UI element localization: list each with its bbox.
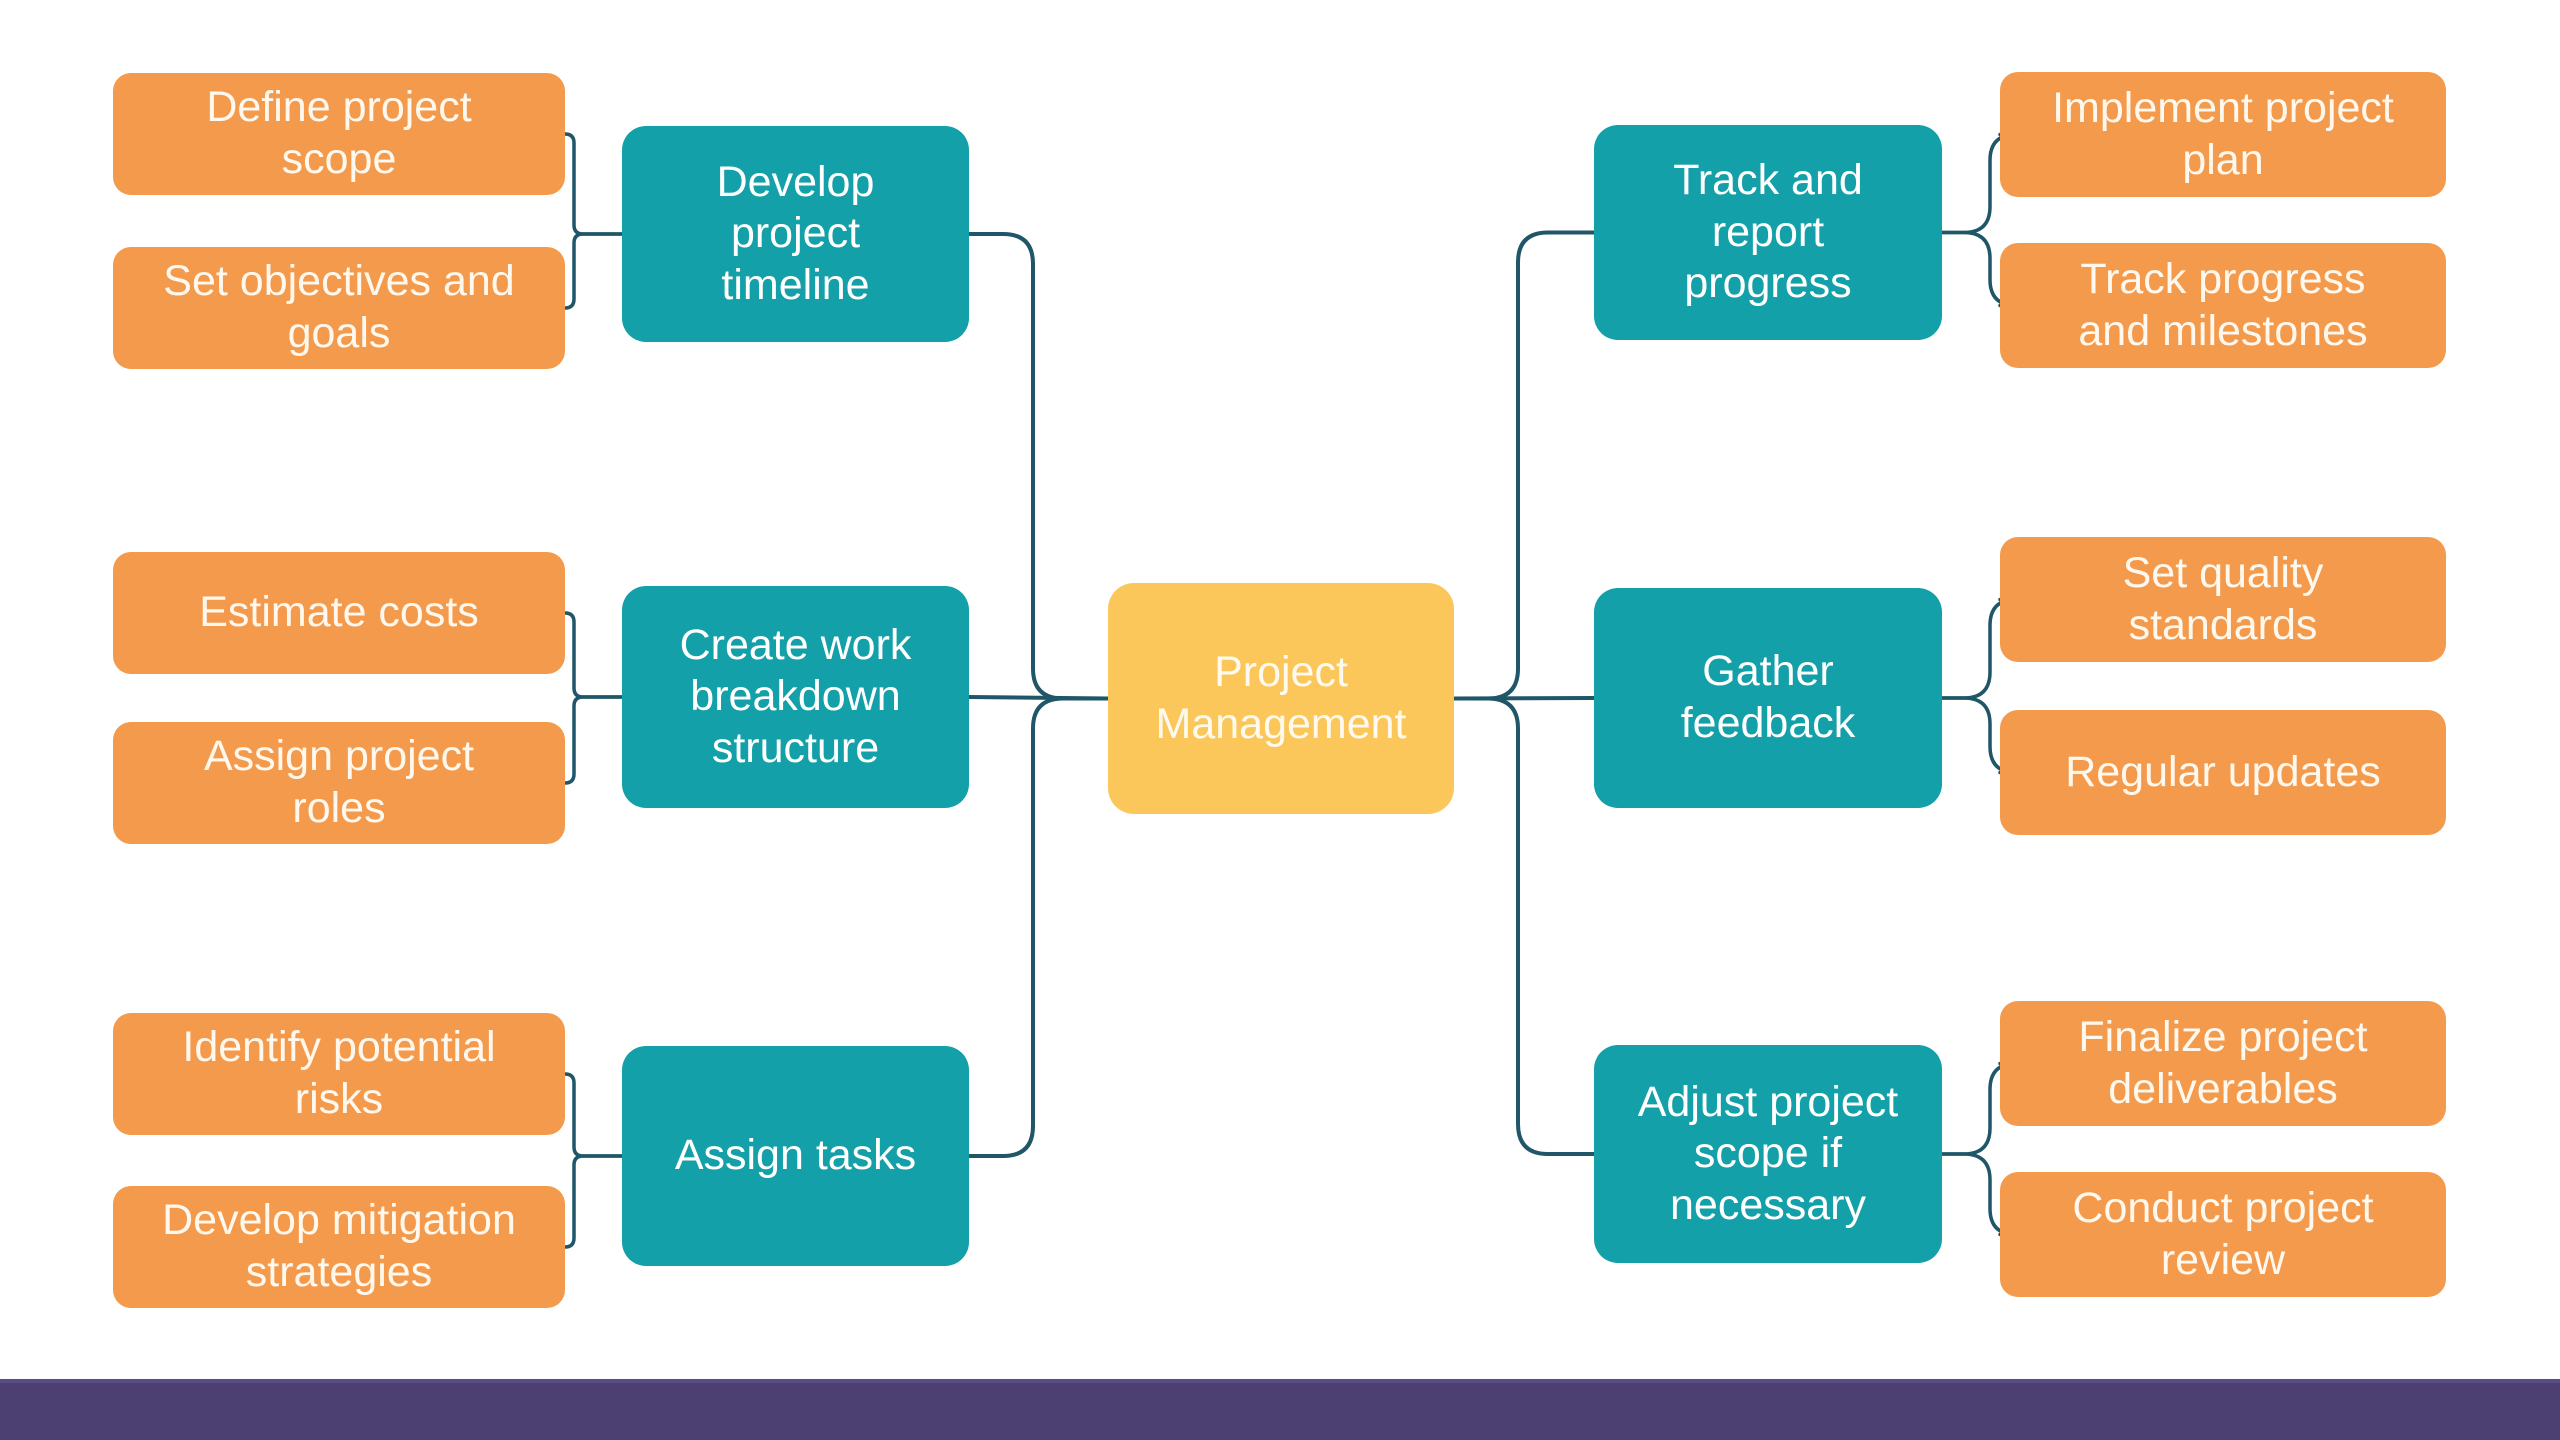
- branch-node-gather-feedback[interactable]: Gather feedback: [1594, 588, 1942, 808]
- branch-node-label: Create work breakdown structure: [679, 620, 912, 772]
- branch-node-develop-project-timeline[interactable]: Develop project timeline: [622, 126, 969, 342]
- branch-node-label: Develop project timeline: [716, 157, 875, 309]
- leaf-node-label: Assign project roles: [203, 732, 475, 832]
- leaf-node-label: Implement project plan: [2052, 83, 2394, 184]
- leaf-node-label: Estimate costs: [199, 588, 479, 637]
- branch-node-label: Adjust project scope if necessary: [1637, 1077, 1899, 1229]
- branch-node-track-and-report-progress[interactable]: Track and report progress: [1594, 125, 1942, 340]
- branch-node-assign-tasks[interactable]: Assign tasks: [622, 1046, 969, 1266]
- leaf-node-estimate-costs[interactable]: Estimate costs: [113, 552, 565, 674]
- mind-map-canvas: Define project scope Set objectives and …: [0, 0, 2560, 1440]
- branch-node-label: Gather feedback: [1680, 647, 1856, 747]
- leaf-node-label: Develop mitigation strategies: [162, 1196, 516, 1296]
- leaf-node-label: Set objectives and goals: [163, 257, 515, 357]
- footer-bar: [0, 1383, 2560, 1440]
- branch-node-create-work-breakdown-structure[interactable]: Create work breakdown structure: [622, 586, 969, 808]
- leaf-node-label: Identify potential risks: [182, 1023, 496, 1123]
- leaf-node-implement-project-plan[interactable]: Implement project plan: [2000, 72, 2446, 197]
- leaf-node-conduct-project-review[interactable]: Conduct project review: [2000, 1172, 2446, 1297]
- leaf-node-develop-mitigation-strategies[interactable]: Develop mitigation strategies: [113, 1186, 565, 1308]
- leaf-node-set-quality-standards[interactable]: Set quality standards: [2000, 537, 2446, 662]
- leaf-node-finalize-project-deliverables[interactable]: Finalize project deliverables: [2000, 1001, 2446, 1126]
- leaf-node-label: Conduct project review: [2072, 1183, 2374, 1284]
- root-node-project-management[interactable]: Project Management: [1108, 583, 1454, 814]
- leaf-node-assign-project-roles[interactable]: Assign project roles: [113, 722, 565, 844]
- leaf-node-set-objectives-and-goals[interactable]: Set objectives and goals: [113, 247, 565, 369]
- leaf-node-label: Regular updates: [2065, 747, 2381, 796]
- leaf-node-label: Set quality standards: [2122, 548, 2324, 649]
- branch-node-adjust-project-scope-if-necessary[interactable]: Adjust project scope if necessary: [1594, 1045, 1942, 1263]
- branch-node-label: Assign tasks: [674, 1131, 917, 1180]
- root-node-label: Project Management: [1155, 647, 1407, 748]
- leaf-node-define-project-scope[interactable]: Define project scope: [113, 73, 565, 195]
- branch-node-label: Track and report progress: [1673, 156, 1863, 308]
- leaf-node-track-progress-and-milestones[interactable]: Track progress and milestones: [2000, 243, 2446, 368]
- leaf-node-identify-potential-risks[interactable]: Identify potential risks: [113, 1013, 565, 1135]
- leaf-node-label: Finalize project deliverables: [2078, 1012, 2368, 1113]
- leaf-node-regular-updates[interactable]: Regular updates: [2000, 710, 2446, 835]
- leaf-node-label: Track progress and milestones: [2078, 254, 2368, 355]
- leaf-node-label: Define project scope: [206, 83, 472, 183]
